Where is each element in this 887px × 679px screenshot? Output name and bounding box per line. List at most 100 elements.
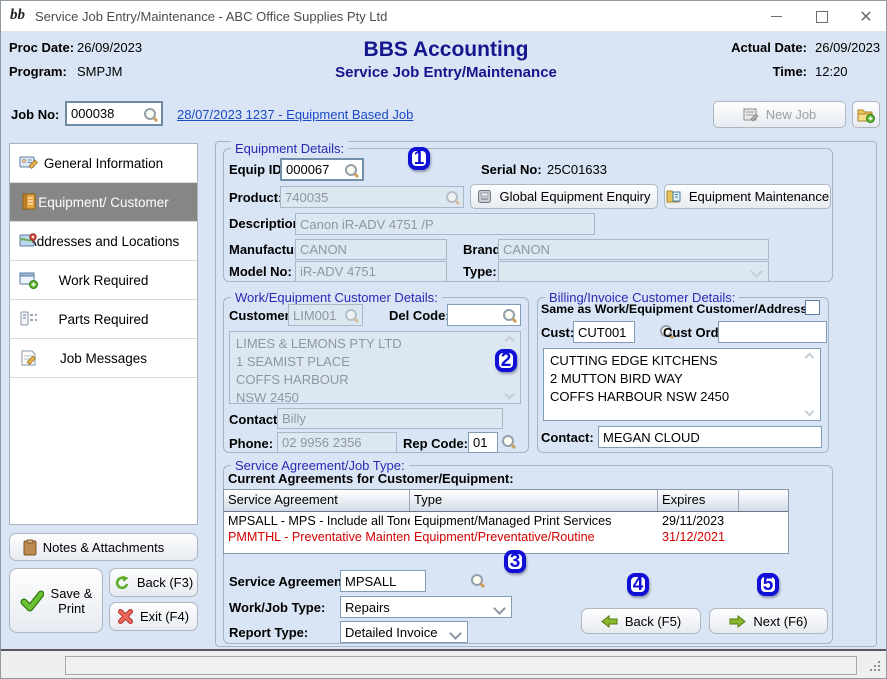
cust-input[interactable]: CUT001 [573, 321, 635, 343]
equip-id-label: Equip ID: [229, 162, 286, 177]
addresses-locations-icon [19, 231, 39, 251]
product-input: 740035 [280, 186, 464, 208]
column-header-blank [739, 490, 788, 511]
proc-date-label: Proc Date: [9, 40, 74, 55]
sidebar-item-parts-required[interactable]: Parts Required [10, 300, 197, 339]
save-print-button[interactable]: Save & Print [9, 568, 103, 633]
del-code-input[interactable] [447, 304, 521, 326]
parts-required-icon [19, 309, 39, 329]
next-f6-arrow-icon [729, 615, 746, 628]
job-no-label: Job No: [11, 107, 59, 122]
sidebar-item-work-required[interactable]: Work Required [10, 261, 197, 300]
del-code-search-icon[interactable] [502, 308, 518, 324]
agreement-row-pmmthl[interactable]: PMMTHL - Preventative Maintenance - Mo..… [224, 530, 788, 546]
phone-label: Phone: [229, 436, 273, 451]
sidebar-item-addresses-locations[interactable]: Addresses and Locations [10, 222, 197, 261]
back-f5-button[interactable]: Back (F5) [581, 608, 701, 634]
report-type-label: Report Type: [229, 625, 308, 640]
serial-no-value: 25C01633 [547, 162, 607, 177]
cust-ord-label: Cust Ord: [663, 325, 723, 340]
rep-code-search-icon[interactable] [501, 434, 517, 450]
job-no-input[interactable]: 000038 [65, 101, 163, 126]
exit-f4-button[interactable]: Exit (F4) [109, 602, 198, 631]
annotation-badge-1: 1 [408, 147, 430, 170]
back-f3-button[interactable]: Back (F3) [109, 568, 198, 597]
equip-id-input[interactable]: 000067 [280, 158, 364, 181]
agreement-row-mpsall[interactable]: MPSALL - MPS - Include all Toner, Parts … [224, 514, 788, 530]
status-message-area [65, 656, 857, 675]
proc-date-value: 26/09/2023 [77, 40, 142, 55]
annotation-badge-2: 2 [495, 349, 517, 372]
equip-id-search-icon[interactable] [344, 163, 360, 179]
phone-input: 02 9956 2356 [277, 432, 397, 453]
column-header-expires[interactable]: Expires [658, 490, 739, 511]
report-type-chevron-down-icon [449, 627, 462, 640]
same-as-label: Same as Work/Equipment Customer/Address: [541, 302, 811, 316]
rep-code-label: Rep Code: [403, 436, 468, 451]
type-select [498, 261, 769, 282]
cust-ord-input[interactable] [718, 321, 827, 343]
service-agreement-search-icon[interactable] [470, 573, 486, 589]
type-label: Type: [463, 264, 497, 279]
job-summary-link[interactable]: 28/07/2023 1237 - Equipment Based Job [177, 107, 413, 122]
manufacturer-input: CANON [295, 239, 447, 260]
equipment-maintenance-icon [666, 189, 682, 204]
application-window: Service Job Entry/Maintenance - ABC Offi… [0, 0, 887, 679]
global-equipment-enquiry-icon [477, 189, 492, 204]
global-equipment-enquiry-button[interactable]: Global Equipment Enquiry [470, 184, 658, 209]
column-header-type[interactable]: Type [410, 490, 658, 511]
exit-icon [118, 609, 133, 624]
cust-label: Cust: [541, 325, 574, 340]
customer-input: LIM001 [288, 304, 363, 326]
program-value: SMPJM [77, 64, 123, 79]
agreements-table-header: Service Agreement Type Expires [224, 490, 788, 512]
sidebar-item-general-information[interactable]: General Information [10, 144, 197, 183]
agreements-table: Service Agreement Type Expires MPSALL - … [223, 489, 789, 554]
same-as-checkbox[interactable] [805, 300, 820, 315]
app-title: BBS Accounting [171, 38, 721, 62]
close-icon: ✕ [859, 7, 872, 27]
app-logo-icon [10, 6, 32, 26]
billing-contact-label: Contact: [541, 430, 594, 445]
equipment-details-legend: Equipment Details: [231, 141, 348, 156]
actual-date-value: 26/09/2023 [815, 40, 880, 55]
window-title: Service Job Entry/Maintenance - ABC Offi… [35, 9, 387, 24]
model-no-input: iR-ADV 4751 [295, 261, 447, 282]
job-search-icon[interactable] [143, 107, 159, 123]
notes-attachments-button[interactable]: Notes & Attachments [9, 533, 198, 561]
column-header-service-agreement[interactable]: Service Agreement [224, 490, 410, 511]
sidebar: General Information Equipment/ Customer … [9, 143, 198, 525]
close-button[interactable]: ✕ [844, 1, 887, 32]
add-job-button[interactable] [852, 101, 880, 128]
minimize-icon [771, 16, 782, 17]
brand-input: CANON [498, 239, 769, 260]
service-agreement-input[interactable]: MPSALL [340, 570, 426, 592]
minimize-button[interactable] [754, 1, 798, 32]
rep-code-input[interactable]: 01 [468, 432, 498, 453]
work-contact-input: Billy [277, 408, 503, 429]
next-f6-button[interactable]: Next (F6) [709, 608, 828, 634]
sidebar-item-job-messages[interactable]: Job Messages [10, 339, 197, 378]
notes-attachments-icon [22, 539, 38, 556]
billing-address[interactable]: CUTTING EDGE KITCHENS 2 MUTTON BIRD WAY … [543, 348, 821, 421]
work-job-type-select[interactable]: Repairs [340, 596, 512, 618]
resize-grip[interactable] [870, 661, 882, 673]
billing-contact-input[interactable]: MEGAN CLOUD [598, 426, 822, 448]
work-contact-label: Contact: [229, 412, 282, 427]
description-input: Canon iR-ADV 4751 /P [295, 213, 595, 235]
work-job-type-label: Work/Job Type: [229, 600, 325, 615]
customer-search-icon [344, 308, 360, 324]
general-information-icon [19, 153, 39, 173]
sidebar-item-equipment-customer[interactable]: Equipment/ Customer [10, 183, 197, 222]
serial-no-label: Serial No: [481, 162, 542, 177]
report-type-select[interactable]: Detailed Invoice [340, 621, 468, 643]
back-f5-arrow-icon [601, 615, 618, 628]
save-print-check-icon [20, 589, 44, 613]
equipment-customer-icon [19, 192, 39, 212]
equipment-maintenance-button[interactable]: Equipment Maintenance [664, 184, 831, 209]
new-job-button: New Job [713, 101, 846, 128]
service-agreement-label: Service Agreement: [229, 574, 351, 589]
back-f3-icon [114, 575, 130, 591]
maximize-button[interactable] [800, 1, 844, 32]
work-customer-legend: Work/Equipment Customer Details: [231, 290, 442, 305]
